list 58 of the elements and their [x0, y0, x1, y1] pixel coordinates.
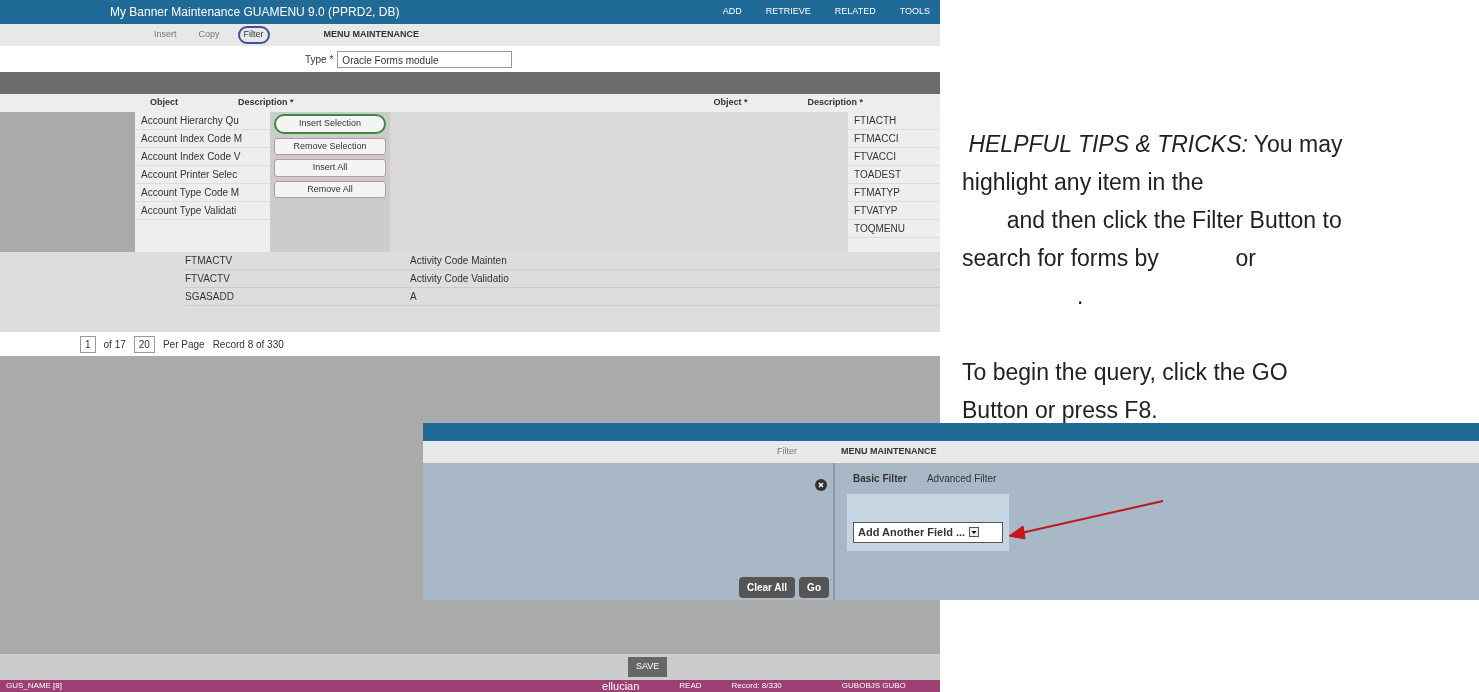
section-title: MENU MAINTENANCE	[841, 445, 937, 459]
list-item[interactable]: FTMACCI	[848, 130, 940, 148]
move-button[interactable]: Remove Selection	[274, 137, 386, 155]
move-button[interactable]: Remove All	[274, 180, 386, 198]
list-item[interactable]: TOQMENU	[848, 220, 940, 238]
filter-tab[interactable]: Advanced Filter	[920, 469, 1003, 488]
column-header: Description *	[807, 96, 864, 110]
toolbar-button[interactable]: Filter	[237, 26, 270, 44]
status-mode: READ	[679, 680, 702, 692]
close-icon[interactable]	[815, 477, 827, 489]
section-title: MENU MAINTENANCE	[323, 28, 420, 42]
header-action[interactable]: ADD	[722, 5, 742, 19]
header-action[interactable]: RELATED	[834, 5, 876, 19]
move-button[interactable]: Insert All	[274, 159, 386, 177]
filter-action-button[interactable]: Clear All	[738, 577, 796, 598]
per-page-label: Per Page	[162, 337, 205, 352]
list-item[interactable]: TOADEST	[848, 166, 940, 184]
page-count: of 17	[103, 337, 126, 352]
filter-action-button[interactable]: Go	[799, 577, 829, 598]
window-title: My Banner Maintenance GUAMENU 9.0 (PPRD2, DB)	[110, 4, 401, 21]
column-header: Object	[150, 96, 178, 110]
list-item[interactable]: FTVATYP	[848, 202, 940, 220]
table-cell-text: Activity Code Validatio	[410, 272, 509, 286]
tip-text: .	[1076, 282, 1085, 311]
record-count: Record 8 of 330	[212, 337, 284, 352]
table-cell-text: FTMACTV	[185, 254, 234, 268]
table-cell-text: FTVACTV	[185, 272, 231, 286]
field-label: Type *	[305, 52, 334, 67]
move-button[interactable]: Insert Selection	[274, 114, 386, 134]
filter-button[interactable]: Filter	[773, 445, 801, 459]
field-select[interactable]: Add Another Field ...	[853, 522, 1003, 543]
status-field: GUS_NAME [8]	[6, 680, 62, 692]
type-select[interactable]: Oracle Forms module	[337, 50, 513, 68]
table-cell-text: SGASADD	[185, 290, 235, 304]
filter-tab[interactable]: Basic Filter	[847, 469, 913, 488]
list-item[interactable]: FTIACTH	[848, 112, 940, 130]
brand-name: ellucian	[602, 678, 640, 692]
per-page-field[interactable]: 20	[133, 335, 155, 353]
table-cell-text: A	[410, 290, 417, 304]
status-record: Record: 8/330	[731, 680, 782, 692]
tip-text: HELPFUL TIPS & TRICKS: You may	[967, 130, 1344, 159]
save-button[interactable]: SAVE	[628, 657, 668, 677]
tip-text: and then click the Filter Button to	[1005, 206, 1343, 235]
toolbar-button[interactable]: Insert	[150, 28, 181, 42]
column-header: Description *	[238, 96, 294, 110]
tip-paragraph: To begin the query, click the GO Button or press F8.	[962, 358, 1289, 425]
list-item[interactable]: FTVACCI	[848, 148, 940, 166]
status-form: GUBOBJS GUBO	[841, 680, 906, 692]
page-field[interactable]: 1	[80, 335, 96, 353]
header-action[interactable]: TOOLS	[899, 5, 930, 19]
tip-text: search for forms by or	[962, 244, 1257, 273]
caret-icon	[969, 527, 980, 538]
toolbar-button[interactable]: Copy	[194, 28, 224, 42]
table-cell-text: Activity Code Mainten	[410, 254, 507, 268]
tip-text: highlight any item in the	[962, 168, 1205, 197]
column-header: Object *	[713, 96, 748, 110]
list-item[interactable]: FTMATYP	[848, 184, 940, 202]
header-action[interactable]: RETRIEVE	[765, 5, 811, 19]
